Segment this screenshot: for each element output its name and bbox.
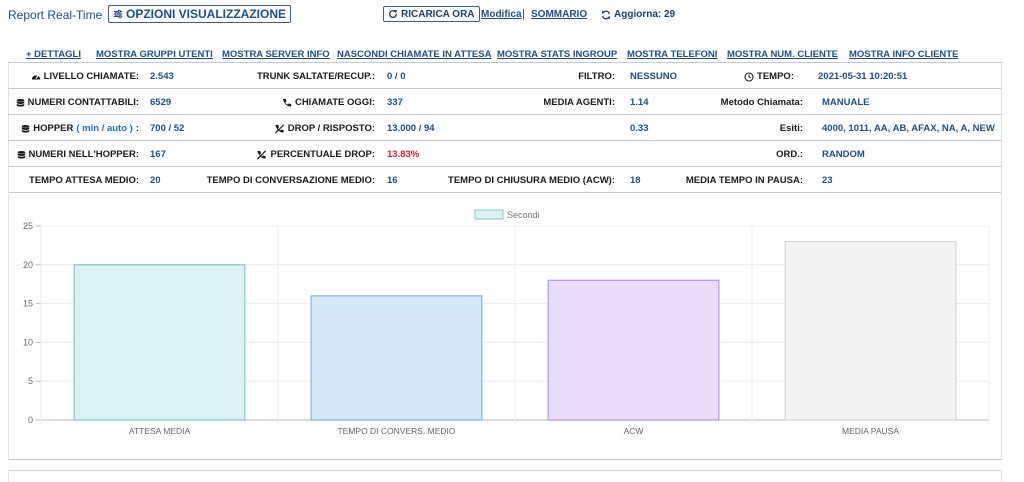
top-bar: Report Real-Time OPZIONI VISUALIZZAZIONE… <box>0 0 1024 30</box>
y-tick-label: 20 <box>23 260 33 270</box>
order-label: ORD.: <box>776 149 803 160</box>
drop-answered-label: DROP / RISPOSTO: <box>274 123 375 134</box>
stats-row: HOPPER ( min / auto ) : 700 / 52 DROP / … <box>8 115 1002 141</box>
call-level-label: LIVELLO CHIAMATE: <box>31 71 139 82</box>
call-level-value: 2.543 <box>150 71 174 82</box>
calls-today-value: 337 <box>387 97 403 108</box>
trunk-value: 0 / 0 <box>387 71 406 82</box>
dialable-numbers-label: NUMERI CONTATTABILI: <box>16 97 139 108</box>
avg-wait-label: TEMPO ATTESA MEDIO: <box>29 175 139 186</box>
phone-slash-icon <box>257 149 267 160</box>
hopper-value: 700 / 52 <box>150 123 185 134</box>
dial-method-value: MANUALE <box>822 97 870 108</box>
time-value: 2021-05-31 10:20:51 <box>818 71 908 82</box>
trunk-label: TRUNK SALTATE/RECUP.: <box>256 71 375 82</box>
bar-chart-svg: 0 5 10 15 20 25 ATTESA MEDIA TEMPO DI CONVERS. … <box>23 209 990 436</box>
link-separator: | <box>522 8 525 20</box>
dashboard-icon <box>31 74 40 79</box>
show-server-info-link[interactable]: MOSTRA SERVER INFO <box>222 49 330 60</box>
avg-talk-label: TEMPO DI CONVERSAZIONE MEDIO: <box>206 175 375 186</box>
dial-method-label: Metodo Chiamata: <box>720 97 803 108</box>
drop-answered-value: 13.000 / 94 <box>387 123 435 134</box>
x-tick-label: MEDIA PAUSA <box>842 426 899 436</box>
time-averages-chart: 0 5 10 15 20 25 ATTESA MEDIA TEMPO DI CONVERS. … <box>8 192 1002 460</box>
outcomes-value: 4000, 1011, AA, AB, AFAX, NA, A, NEW <box>822 123 995 134</box>
dialable-numbers-value: 6529 <box>150 97 172 108</box>
bar <box>310 295 483 421</box>
drop-percentage-value: 13.83% <box>387 149 420 160</box>
phone-icon <box>282 98 292 107</box>
y-tick-label: 15 <box>23 299 33 309</box>
database-icon <box>21 124 30 133</box>
stats-row: NUMERI NELL'HOPPER: 167 PERCENTUALE DROP… <box>8 141 1002 167</box>
phone-slash-icon <box>274 123 284 134</box>
x-tick-label: TEMPO DI CONVERS. MEDIO <box>337 426 455 436</box>
stats-row: NUMERI CONTATTABILI: 6529 CHIAMATE OGGI:… <box>8 89 1002 115</box>
y-tick-label: 10 <box>23 337 33 347</box>
options-label: OPZIONI VISUALIZZAZIONE <box>126 7 287 21</box>
modify-link[interactable]: Modifica <box>481 9 522 20</box>
summary-link[interactable]: SOMMARIO <box>531 9 587 20</box>
legend-label: Secondi <box>507 210 540 220</box>
show-ingroup-stats-link[interactable]: MOSTRA STATS INGROUP <box>497 49 617 60</box>
outcomes-label: Esiti: <box>779 123 803 134</box>
reload-label: RICARICA ORA <box>401 8 475 20</box>
bottom-panel <box>8 470 1002 482</box>
order-value: RANDOM <box>822 149 865 160</box>
show-customer-number-link[interactable]: MOSTRA NUM. CLIENTE <box>727 49 838 60</box>
avg-agents-value: 1.14 <box>630 97 649 108</box>
row3-extra-value: 0.33 <box>630 123 649 134</box>
bar <box>73 264 246 421</box>
y-tick-label: 25 <box>23 221 33 231</box>
refresh-icon <box>601 10 611 19</box>
hopper-numbers-label: NUMERI NELL'HOPPER: <box>17 149 139 160</box>
calls-today-label: CHIAMATE OGGI: <box>282 97 375 108</box>
x-tick-label: ACW <box>624 426 644 436</box>
avg-talk-value: 16 <box>387 175 398 186</box>
clock-icon <box>744 71 754 82</box>
auto-refresh-counter[interactable]: Aggiorna: 29 <box>601 9 675 20</box>
refresh-label: Aggiorna: 29 <box>614 9 676 20</box>
filter-value: NESSUNO <box>630 71 677 82</box>
show-customer-info-link[interactable]: MOSTRA INFO CLIENTE <box>849 49 958 60</box>
details-link[interactable]: + DETTAGLI <box>26 49 81 60</box>
sliders-icon <box>113 9 123 19</box>
stats-row: LIVELLO CHIAMATE: 2.543 TRUNK SALTATE/RE… <box>8 63 1002 89</box>
page-title: Report Real-Time <box>8 8 103 22</box>
database-icon <box>16 98 24 107</box>
time-label: TEMPO: <box>744 71 794 82</box>
database-icon <box>17 150 25 159</box>
view-links-bar: + DETTAGLI MOSTRA GRUPPI UTENTI MOSTRA S… <box>0 49 1024 63</box>
avg-acw-value: 18 <box>630 175 641 186</box>
stats-row: TEMPO ATTESA MEDIO: 20 TEMPO DI CONVERSA… <box>8 167 1002 193</box>
stats-table: LIVELLO CHIAMATE: 2.543 TRUNK SALTATE/RE… <box>8 62 1002 193</box>
hide-waiting-calls-link[interactable]: NASCONDI CHIAMATE IN ATTESA <box>337 49 491 60</box>
options-button[interactable]: OPZIONI VISUALIZZAZIONE <box>108 5 292 23</box>
bar <box>547 279 720 421</box>
refresh-icon <box>389 9 398 19</box>
filter-label: FILTRO: <box>578 71 615 82</box>
hopper-numbers-value: 167 <box>150 149 166 160</box>
show-user-groups-link[interactable]: MOSTRA GRUPPI UTENTI <box>96 49 213 60</box>
hopper-sublabel: ( min / auto ) <box>76 123 133 134</box>
avg-pause-value: 23 <box>822 175 833 186</box>
drop-percentage-label: PERCENTUALE DROP: <box>256 149 375 160</box>
avg-pause-label: MEDIA TEMPO IN PAUSA: <box>685 175 803 186</box>
avg-agents-label: MEDIA AGENTI: <box>543 97 615 108</box>
y-tick-label: 5 <box>28 376 33 386</box>
x-tick-label: ATTESA MEDIA <box>129 426 191 436</box>
legend-swatch <box>474 209 504 220</box>
y-tick-label: 0 <box>28 415 33 425</box>
reload-button[interactable]: RICARICA ORA <box>383 6 480 22</box>
hopper-label: HOPPER ( min / auto ) : <box>21 123 139 134</box>
show-phones-link[interactable]: MOSTRA TELEFONI <box>627 49 717 60</box>
avg-acw-label: TEMPO DI CHIUSURA MEDIO (ACW): <box>448 175 615 186</box>
avg-wait-value: 20 <box>150 175 161 186</box>
bar <box>784 240 957 421</box>
